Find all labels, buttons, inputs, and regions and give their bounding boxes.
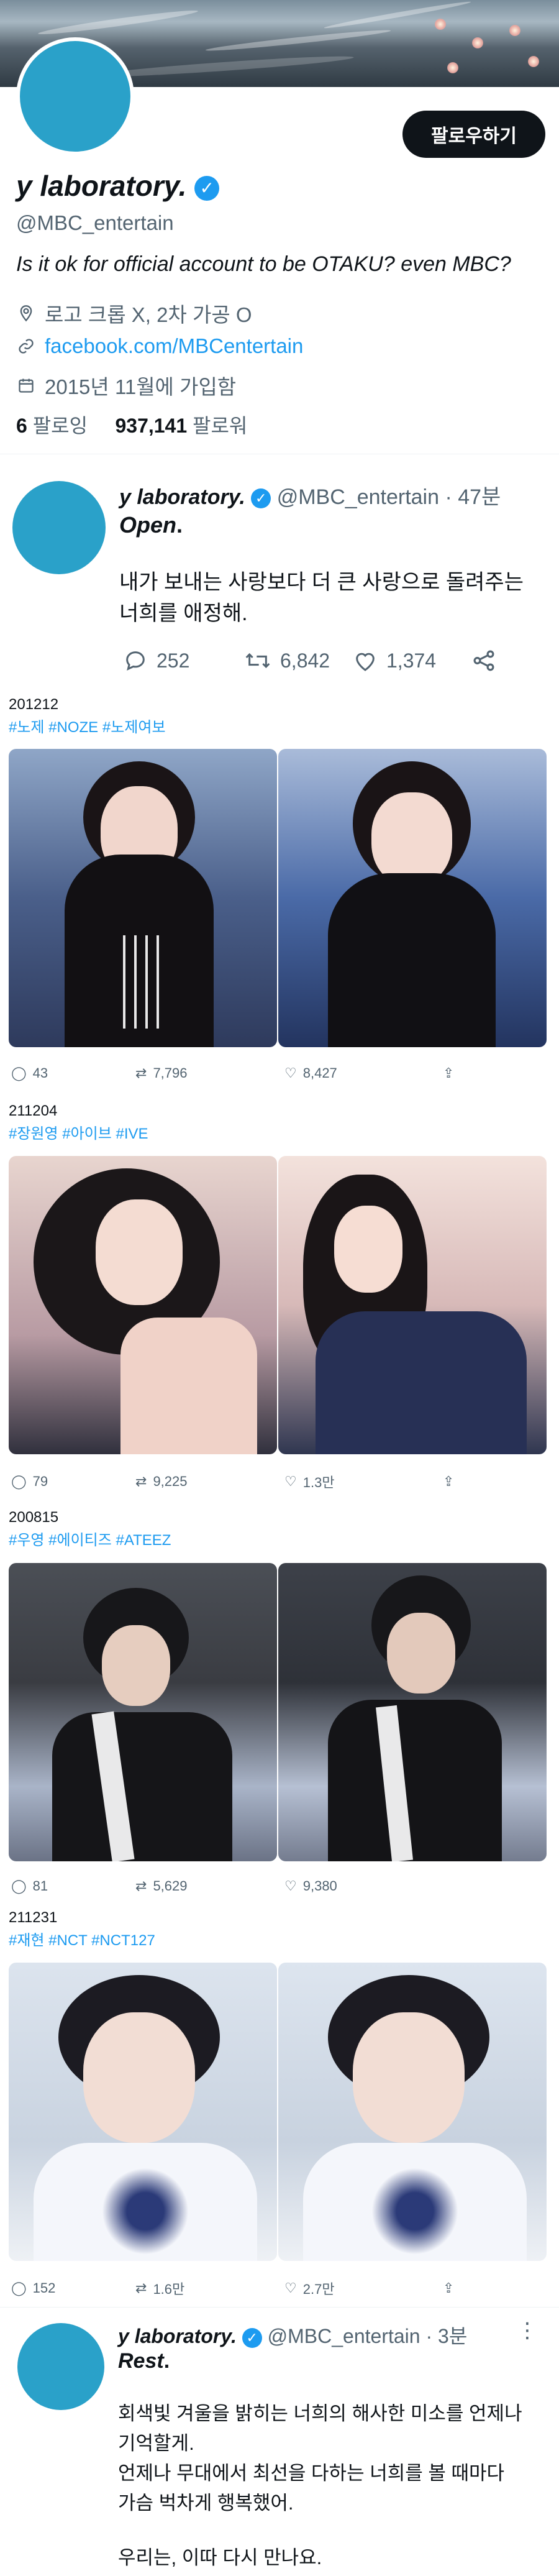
embed-photo[interactable] [278,749,547,1047]
embed-photo[interactable] [278,1156,547,1454]
embed-photo[interactable] [9,1563,277,1861]
retweet-icon: ⇄ [135,1474,147,1489]
reply-icon: ◯ [11,1065,27,1081]
location-text: 로고 크롭 X, 2차 가공 O [45,303,252,326]
followers-link[interactable]: 937,141 팔로워 [115,415,247,437]
embed-hashtags[interactable]: #재현 #NCT #NCT127 [9,1928,155,1950]
following-link[interactable]: 6 팔로잉 [16,415,88,437]
tweet-author-name[interactable]: y laboratory. [118,2325,237,2347]
location-icon [16,303,36,323]
like-icon: ♡ [284,1474,297,1489]
more-icon[interactable]: ⋮ [517,2318,538,2343]
link-icon [16,336,36,356]
verified-icon: ✓ [251,488,271,509]
share-button[interactable]: ⇪ [443,2280,454,2296]
reply-button[interactable]: 252 [123,648,244,673]
profile-name: y laboratory. ✓ [16,169,220,203]
embed-date: 200815 [9,1509,59,1526]
embed-hashtags[interactable]: #우영 #에이티즈 #ATEEZ [9,1528,171,1549]
profile-website: facebook.com/MBCentertain [16,334,303,358]
tweet-body: 내가 보내는 사랑보다 더 큰 사랑으로 돌려주는 너희를 애정해. [119,571,524,625]
like-button[interactable]: 1,374 [353,648,471,673]
tweet-avatar[interactable] [12,481,106,574]
embed-photo[interactable] [9,1156,277,1454]
like-icon [356,653,375,671]
share-icon [473,650,494,671]
website-link[interactable]: facebook.com/MBCentertain [45,334,303,358]
retweet-button[interactable]: ⇄ 1.6만 [135,2278,284,2298]
reply-button[interactable]: ◯ 43 [11,1065,135,1081]
share-button[interactable]: ⇪ [443,1474,454,1490]
embed-date: 201212 [9,696,59,713]
embed-actions: ◯ 79 ⇄ 9,225 ♡ 1.3만 ⇪ [11,1472,545,1492]
calendar-icon [16,375,36,395]
reply-icon: ◯ [11,2280,27,2296]
tweet-title: Rest. [118,2349,170,2373]
embed-photo[interactable] [9,749,277,1047]
reply-button[interactable]: ◯ 79 [11,1474,135,1490]
follow-button[interactable]: 팔로우하기 [402,111,545,158]
share-icon: ⇪ [443,1065,455,1081]
like-icon: ♡ [284,1065,297,1081]
reply-icon [126,651,145,671]
profile-handle: @MBC_entertain [16,211,174,234]
reply-button[interactable]: ◯ 81 [11,1878,135,1894]
tweet-header: y laboratory. ✓ @MBC_entertain · 3분 [118,2321,467,2349]
profile-bio: Is it ok for official account to be OTAK… [16,252,511,276]
retweet-icon: ⇄ [135,1065,147,1081]
tweet-actions: 252 6,842 1,374 [123,648,520,674]
reply-icon: ◯ [11,1878,27,1894]
retweet-icon [245,653,270,669]
verified-icon: ✓ [194,175,220,201]
tweet-body: 회색빛 겨울을 밝히는 너희의 해사한 미소를 언제나 기억할게. 언제나 무대… [118,2403,522,2569]
share-icon: ⇪ [443,1474,455,1489]
tweet-avatar[interactable] [17,2323,104,2410]
embed-hashtags[interactable]: #장원영 #아이브 #IVE [9,1121,148,1143]
retweet-button[interactable]: ⇄ 5,629 [135,1878,284,1894]
embed-photo[interactable] [278,1963,547,2261]
share-button[interactable] [471,648,497,674]
like-icon: ♡ [284,1878,297,1894]
share-button[interactable]: ⇪ [443,1065,454,1081]
like-icon: ♡ [284,2280,297,2296]
tweet-title: Open. [119,512,183,538]
like-button[interactable]: ♡ 8,427 [284,1065,443,1081]
joined-text: 2015년 11월에 가입함 [45,375,237,398]
embed-actions: ◯ 43 ⇄ 7,796 ♡ 8,427 ⇪ [11,1065,545,1081]
profile-location: 로고 크롭 X, 2차 가공 O [16,298,252,328]
divider [0,2307,559,2308]
tweet-header: y laboratory. ✓ @MBC_entertain · 47분 [119,480,501,510]
embed-actions: ◯ 152 ⇄ 1.6만 ♡ 2.7만 ⇪ [11,2278,545,2298]
retweet-button[interactable]: 6,842 [244,648,353,673]
embed-photo[interactable] [278,1563,547,1861]
like-button[interactable]: ♡ 1.3만 [284,1472,443,1492]
profile-avatar[interactable] [16,37,134,155]
follow-stats: 6 팔로잉 937,141 팔로워 [16,410,247,439]
like-button[interactable]: ♡ 9,380 [284,1878,443,1894]
embed-date: 211204 [9,1102,58,1119]
embed-photo[interactable] [9,1963,277,2261]
embed-actions: ◯ 81 ⇄ 5,629 ♡ 9,380 [11,1878,545,1894]
embed-date: 211231 [9,1909,58,1926]
tweet-author-name[interactable]: y laboratory. [119,485,245,509]
tweet-time[interactable]: · 47분 [445,485,501,509]
like-button[interactable]: ♡ 2.7만 [284,2278,443,2298]
retweet-button[interactable]: ⇄ 7,796 [135,1065,284,1081]
embed-hashtags[interactable]: #노제 #NOZE #노제여보 [9,715,166,736]
retweet-icon: ⇄ [135,1878,147,1894]
tweet-author-handle[interactable]: @MBC_entertain [268,2325,420,2347]
retweet-icon: ⇄ [135,2280,147,2296]
reply-button[interactable]: ◯ 152 [11,2280,135,2296]
verified-icon: ✓ [242,2327,262,2348]
tweet-author-handle[interactable]: @MBC_entertain [277,485,439,509]
share-icon: ⇪ [443,2280,455,2296]
tweet-time[interactable]: · 3분 [425,2325,467,2347]
profile-name-text: y laboratory. [16,170,187,202]
retweet-button[interactable]: ⇄ 9,225 [135,1474,284,1490]
profile-joined: 2015년 11월에 가입함 [16,370,236,400]
reply-icon: ◯ [11,1474,27,1489]
